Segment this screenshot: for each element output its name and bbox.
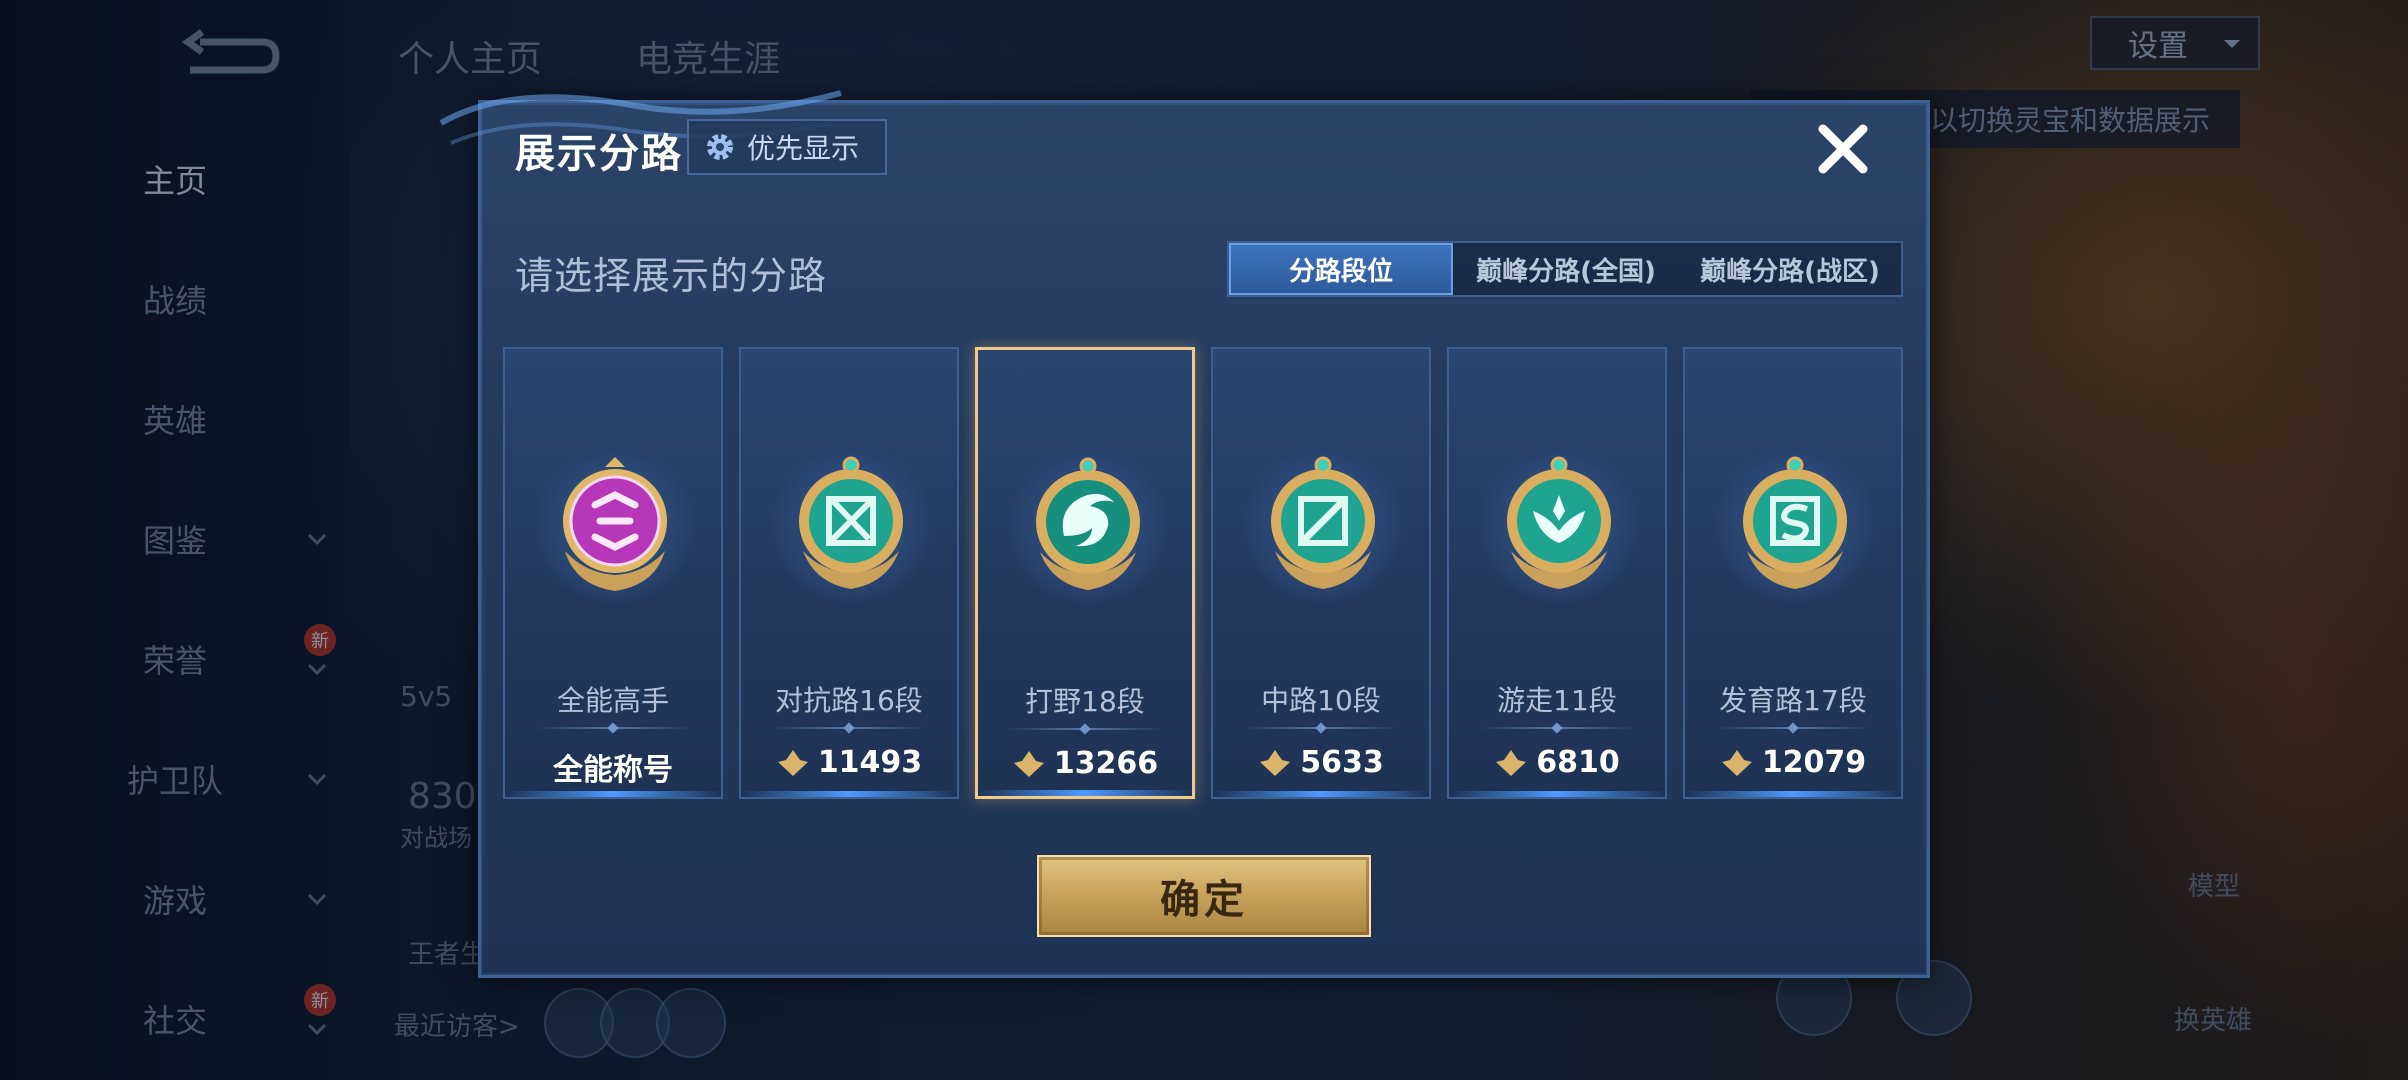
lane-card-value-text: 13266 — [1053, 746, 1159, 781]
lane-card-value: 全能称号 — [505, 745, 721, 789]
tab-peak-lane-region[interactable]: 巅峰分路(战区) — [1679, 243, 1901, 295]
card-divider — [1243, 727, 1399, 729]
lane-card-mid[interactable]: 中路10段 5633 — [1211, 347, 1431, 799]
points-icon — [1013, 750, 1044, 777]
clash-lane-emblem-icon — [799, 456, 903, 589]
lane-card-all-rounder[interactable]: 全能高手 全能称号 — [503, 347, 723, 799]
all-rounder-emblem-icon — [563, 457, 667, 591]
lane-card-name: 游走11段 — [1497, 684, 1617, 717]
card-divider — [1008, 728, 1162, 730]
lane-card-value: 6810 — [1449, 745, 1665, 780]
lane-card-jungle[interactable]: 打野18段 13266 — [975, 347, 1195, 799]
lane-card-value: 13266 — [978, 746, 1192, 781]
lane-display-dialog: 展示分路 优先显示 请选择展示的分路 分路段位 巅峰分路(全国) 巅峰分路(战区… — [439, 90, 1930, 978]
card-divider — [535, 727, 691, 729]
lane-card-farm[interactable]: 发育路17段 12079 — [1683, 347, 1903, 799]
confirm-label: 确定 — [1160, 877, 1248, 923]
lane-card-value-text: 全能称号 — [553, 753, 673, 788]
jungle-emblem-icon — [1036, 457, 1140, 590]
gear-icon — [707, 134, 733, 160]
priority-display-button[interactable]: 优先显示 — [687, 119, 887, 175]
lane-card-name: 对抗路16段 — [775, 684, 923, 717]
lane-card-name: 打野18段 — [1025, 685, 1145, 718]
lane-card-value-text: 5633 — [1300, 745, 1384, 780]
lane-card-value-text: 11493 — [817, 745, 923, 780]
points-icon — [1721, 749, 1752, 776]
lane-card-clash[interactable]: 对抗路16段 11493 — [739, 347, 959, 799]
tab-peak-lane-national[interactable]: 巅峰分路(全国) — [1453, 243, 1679, 295]
lane-card-value-text: 6810 — [1536, 745, 1620, 780]
priority-display-label: 优先显示 — [747, 132, 860, 165]
card-divider — [1479, 727, 1635, 729]
points-icon — [1260, 749, 1291, 776]
confirm-button[interactable]: 确定 — [1037, 855, 1371, 937]
card-divider — [1715, 727, 1871, 729]
section-title: 请选择展示的分路 — [515, 254, 828, 298]
lane-card-name: 中路10段 — [1261, 684, 1381, 717]
lane-cards: 全能高手 全能称号 对抗路16段 11493 打野18段 13266 中路10段… — [503, 347, 1911, 799]
dialog-title: 展示分路 — [515, 131, 683, 177]
mid-lane-emblem-icon — [1271, 456, 1375, 589]
lane-card-name: 全能高手 — [556, 684, 669, 717]
lane-card-name: 发育路17段 — [1719, 684, 1867, 717]
lane-card-value: 11493 — [741, 745, 957, 780]
lane-card-value: 12079 — [1685, 745, 1901, 780]
roam-emblem-icon — [1507, 456, 1611, 589]
tab-lane-rank[interactable]: 分路段位 — [1229, 243, 1453, 295]
points-icon — [777, 749, 808, 776]
farm-lane-emblem-icon — [1743, 456, 1847, 589]
lane-card-value: 5633 — [1213, 745, 1429, 780]
points-icon — [1496, 749, 1527, 776]
lane-card-roam[interactable]: 游走11段 6810 — [1447, 347, 1667, 799]
card-divider — [771, 727, 927, 729]
lane-type-tabs: 分路段位 巅峰分路(全国) 巅峰分路(战区) — [1227, 241, 1903, 297]
close-icon[interactable] — [1811, 117, 1875, 181]
lane-card-value-text: 12079 — [1761, 745, 1867, 780]
